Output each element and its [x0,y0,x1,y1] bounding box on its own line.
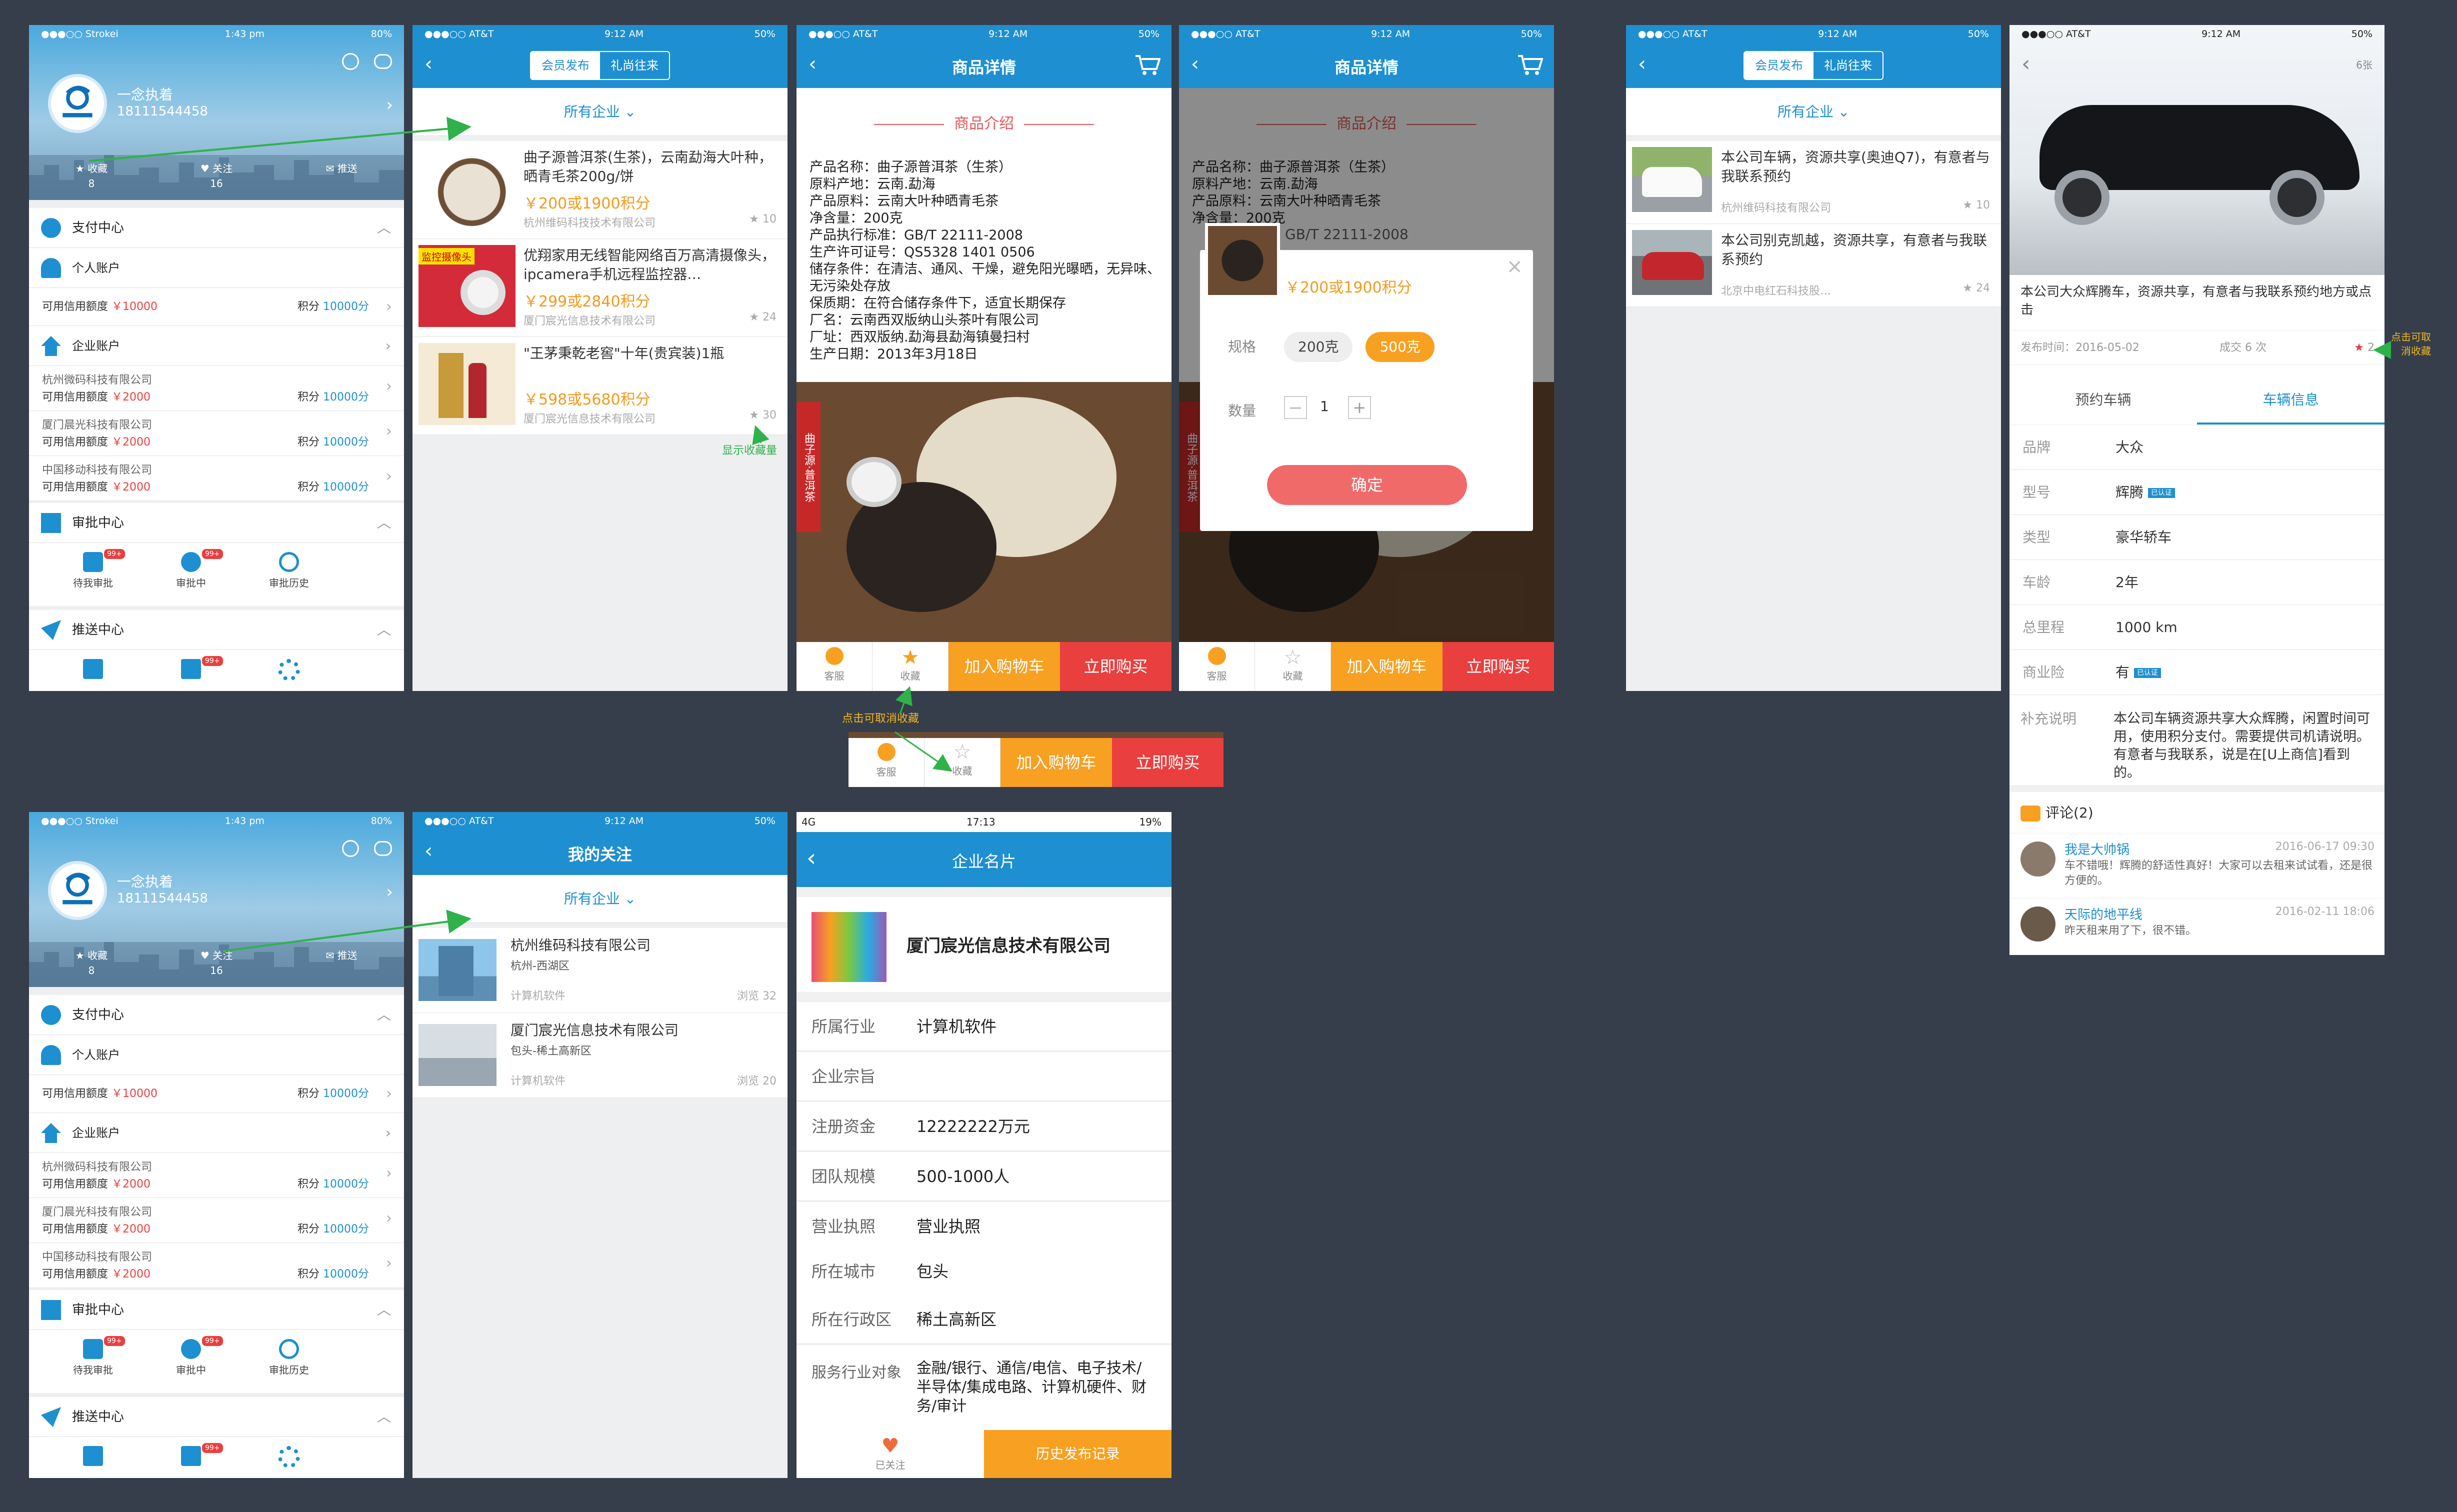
status-bar: ●●●○○ AT&T 9:12 AM 50% [1638,28,1989,40]
status-bar: ●●●○○ AT&T 9:12 AM 50% [808,28,1160,40]
status-bar: ●●●○○ Strokei 1:43 pm 80% [41,28,392,40]
arrow-show-fav [752,425,770,446]
status-bar: ●●●○○ AT&T 9:12 AM 50% [424,28,776,40]
status-bar: ●●●○○ Strokei 1:43 pm 80% [41,816,392,826]
status-bar: ●●●○○ AT&T 9:12 AM 50% [2022,28,2372,40]
arrow-follow-to-list [224,910,472,952]
flow-arrows [88,116,2391,952]
arrow-fav-snippet [894,731,952,772]
status-bar: ●●●○○ AT&T 9:12 AM 50% [424,816,776,826]
arrow-fav-button [895,686,912,714]
arrow-fav-to-list [88,116,472,162]
status-bar: ●●●○○ AT&T 9:12 AM 50% [1191,28,1542,40]
